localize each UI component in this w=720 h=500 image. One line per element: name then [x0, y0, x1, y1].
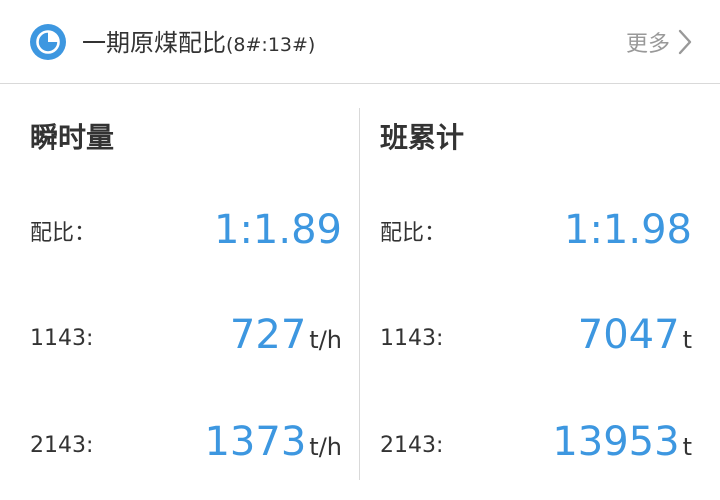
page-subtitle: (8#:13#) [226, 34, 316, 56]
feeder-2143-number: 1373 [204, 419, 307, 465]
feeder-1143-value: 727 t/h [230, 311, 342, 359]
feeder-1143-row: 1143: 7047 t [380, 299, 692, 359]
panel-title-instant: 瞬时量 [30, 121, 115, 154]
ratio-label: 配比： [30, 221, 97, 246]
feeder-1143-number: 727 [229, 312, 307, 358]
feeder-2143-unit: t/h [309, 433, 342, 461]
feeder-2143-row: 2143: 13953 t [380, 406, 692, 466]
feeder-2143-unit: t [682, 433, 692, 461]
ratio-number: 1:1.89 [214, 207, 342, 253]
feeder-2143-value: 1373 t/h [204, 418, 342, 466]
ratio-row: 配比： 1:1.89 [30, 194, 342, 254]
feeder-1143-unit: t/h [309, 326, 342, 354]
ratio-number: 1:1.98 [564, 207, 692, 253]
pie-chart-icon [30, 24, 66, 60]
ratio-row: 配比： 1:1.98 [380, 194, 692, 254]
more-button[interactable]: 更多 [626, 24, 692, 60]
feeder-2143-value: 13953 t [552, 418, 692, 466]
panel-divider [359, 108, 360, 480]
card-header: 一期原煤配比(8#:13#) 更多 [0, 0, 720, 84]
feeder-2143-number: 13953 [552, 419, 680, 465]
feeder-2143-row: 2143: 1373 t/h [30, 406, 342, 466]
feeder-1143-label: 1143: [30, 326, 94, 351]
more-label: 更多 [625, 32, 670, 57]
page-title-text: 一期原煤配比 [82, 29, 226, 57]
ratio-value: 1:1.89 [214, 206, 342, 254]
feeder-1143-value: 7047 t [578, 311, 692, 359]
ratio-value: 1:1.98 [564, 206, 692, 254]
ratio-label: 配比： [380, 221, 447, 246]
feeder-1143-label: 1143: [380, 326, 444, 351]
chevron-right-icon [678, 29, 692, 55]
feeder-1143-unit: t [682, 326, 692, 354]
feeder-1143-row: 1143: 727 t/h [30, 299, 342, 359]
shift-total-panel: 班累计 配比： 1:1.98 1143: 7047 t 2143: 13953 … [380, 84, 692, 500]
panel-title-shift-total: 班累计 [380, 121, 465, 154]
instant-panel: 瞬时量 配比： 1:1.89 1143: 727 t/h 2143: 1373 … [30, 84, 342, 500]
feeder-2143-label: 2143: [380, 433, 444, 458]
feeder-2143-label: 2143: [30, 433, 94, 458]
page-title: 一期原煤配比(8#:13#) [82, 27, 315, 61]
feeder-1143-number: 7047 [577, 312, 680, 358]
